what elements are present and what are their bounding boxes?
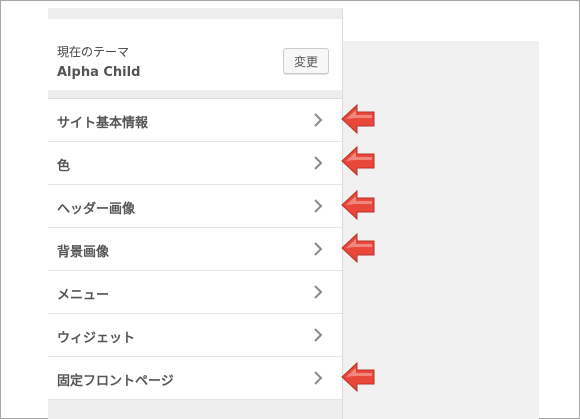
chevron-right-icon	[314, 113, 323, 127]
chevron-right-icon	[314, 328, 323, 342]
current-theme-label: 現在のテーマ	[57, 45, 130, 59]
menu-item-widgets[interactable]: ウィジェット	[48, 314, 342, 357]
menu-item-background-image[interactable]: 背景画像	[48, 228, 342, 271]
red-arrow-left-icon	[341, 190, 375, 220]
menu-item-menus[interactable]: メニュー	[48, 271, 342, 314]
customizer-panel: 現在のテーマ Alpha Child 変更 サイト基本情報 色 ヘッダー画像 背…	[48, 8, 343, 419]
menu-item-label: 背景画像	[57, 245, 110, 260]
customizer-menu: サイト基本情報 色 ヘッダー画像 背景画像 メニュー ウィジェット 固定フロント…	[48, 98, 342, 400]
red-arrow-left-icon	[341, 146, 375, 176]
menu-item-label: メニュー	[57, 288, 110, 303]
menu-item-label: ヘッダー画像	[57, 202, 136, 217]
red-arrow-left-icon	[341, 104, 375, 134]
chevron-right-icon	[314, 285, 323, 299]
current-theme-name: Alpha Child	[57, 65, 141, 80]
menu-item-static-front-page[interactable]: 固定フロントページ	[48, 357, 342, 400]
menu-item-colors[interactable]: 色	[48, 142, 342, 185]
menu-item-label: 固定フロントページ	[57, 374, 174, 389]
red-arrow-left-icon	[341, 362, 375, 392]
menu-item-label: ウィジェット	[57, 331, 136, 346]
menu-item-label: 色	[57, 159, 71, 174]
menu-item-header-image[interactable]: ヘッダー画像	[48, 185, 342, 228]
red-arrow-left-icon	[341, 233, 375, 263]
chevron-right-icon	[314, 371, 323, 385]
chevron-right-icon	[314, 242, 323, 256]
chevron-right-icon	[314, 199, 323, 213]
current-theme-section: 現在のテーマ Alpha Child 変更	[48, 19, 342, 90]
chevron-right-icon	[314, 156, 323, 170]
menu-item-site-identity[interactable]: サイト基本情報	[48, 99, 342, 142]
change-theme-button[interactable]: 変更	[283, 48, 329, 74]
menu-item-label: サイト基本情報	[57, 116, 149, 131]
